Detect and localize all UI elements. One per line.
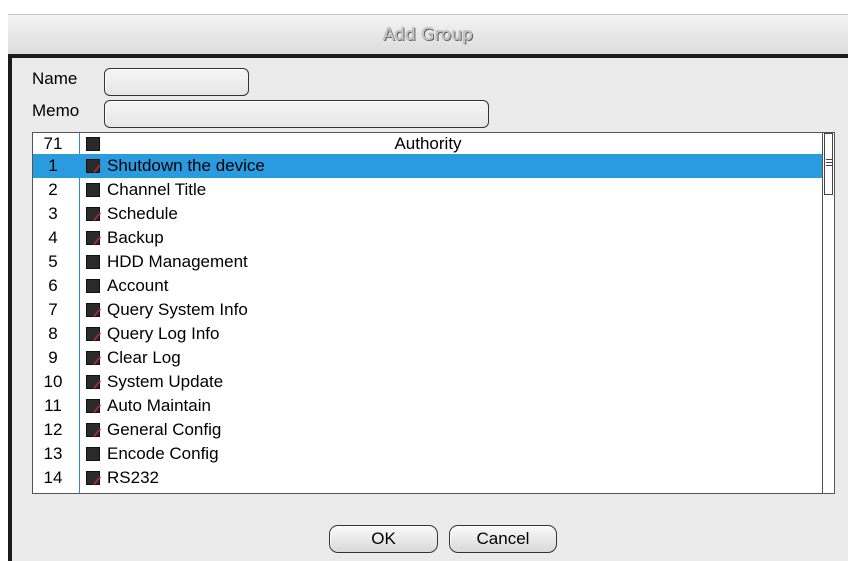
authority-checkbox[interactable] <box>86 423 100 437</box>
authority-row-number: 8 <box>48 324 58 343</box>
authority-label: HDD Management <box>107 252 248 271</box>
dialog-title: Add Group <box>382 25 474 45</box>
authority-checkbox[interactable] <box>86 399 100 413</box>
authority-row-number: 4 <box>48 228 58 247</box>
memo-input[interactable] <box>104 100 489 128</box>
authority-row-number: 12 <box>43 420 63 439</box>
authority-row-number: 13 <box>43 444 63 463</box>
scrollbar-thumb[interactable] <box>824 133 833 195</box>
authority-row[interactable]: 1 Shutdown the device <box>33 154 823 178</box>
authority-row[interactable]: 7 Query System Info <box>33 298 823 322</box>
memo-label: Memo <box>32 101 80 120</box>
authority-checkbox[interactable] <box>86 279 100 293</box>
dialog-titlebar: Add Group <box>8 14 848 54</box>
authority-list: 71 Authority 1 Shutdown the device 2 Channel … <box>32 132 835 494</box>
authority-checkbox[interactable] <box>86 183 100 197</box>
cancel-button[interactable]: Cancel <box>449 525 557 553</box>
authority-row[interactable]: 9 Clear Log <box>33 346 823 370</box>
authority-row[interactable]: 10 System Update <box>33 370 823 394</box>
authority-label: Query System Info <box>107 300 248 319</box>
authority-label: Shutdown the device <box>107 156 265 175</box>
authority-checkbox[interactable] <box>86 255 100 269</box>
authority-row-number: 11 <box>44 396 62 415</box>
authority-row-number: 5 <box>48 252 58 271</box>
authority-checkbox[interactable] <box>86 231 100 245</box>
authority-checkbox[interactable] <box>86 207 100 221</box>
list-scrollbar[interactable] <box>822 133 834 493</box>
name-input[interactable] <box>104 68 249 96</box>
authority-row[interactable]: 5 HDD Management <box>33 250 823 274</box>
authority-row-number: 10 <box>43 372 63 391</box>
authority-label: System Update <box>107 372 224 391</box>
authority-label: Encode Config <box>107 444 219 463</box>
authority-label: Schedule <box>107 204 178 223</box>
authority-row[interactable]: 12 General Config <box>33 418 823 442</box>
authority-row[interactable]: 14 RS232 <box>33 466 823 490</box>
name-label: Name <box>32 69 78 88</box>
ok-button[interactable]: OK <box>329 525 438 553</box>
authority-row[interactable]: 8 Query Log Info <box>33 322 823 346</box>
authority-label: Channel Title <box>107 180 207 199</box>
authority-row-number: 2 <box>48 180 58 199</box>
authority-label: Backup <box>107 228 164 247</box>
authority-row[interactable]: 6 Account <box>33 274 823 298</box>
authority-row-number: 1 <box>48 156 58 175</box>
authority-row-number: 3 <box>48 204 58 223</box>
authority-checkbox[interactable] <box>86 159 100 173</box>
authority-row-number: 6 <box>48 276 58 295</box>
authority-label: General Config <box>107 420 222 439</box>
authority-row-number: 14 <box>43 468 63 487</box>
authority-label: Auto Maintain <box>107 396 211 415</box>
dialog-body: Name Memo 71 Authority 1 Shutdown the devic… <box>8 54 848 561</box>
authority-checkbox[interactable] <box>86 327 100 341</box>
authority-column-header: Authority <box>394 134 462 153</box>
authority-row[interactable]: 13 Encode Config <box>33 442 823 466</box>
authority-row[interactable]: 4 Backup <box>33 226 823 250</box>
authority-checkbox[interactable] <box>86 351 100 365</box>
authority-label: RS232 <box>107 468 159 487</box>
authority-label: Query Log Info <box>107 324 220 343</box>
authority-row[interactable]: 11 Auto Maintain <box>33 394 823 418</box>
authority-checkbox[interactable] <box>86 303 100 317</box>
authority-label: Account <box>107 276 169 295</box>
authority-label: Clear Log <box>107 348 181 367</box>
authority-checkbox[interactable] <box>86 471 100 485</box>
authority-row[interactable]: 2 Channel Title <box>33 178 823 202</box>
authority-row[interactable]: 3 Schedule <box>33 202 823 226</box>
authority-row-number: 9 <box>48 348 58 367</box>
authority-checkbox[interactable] <box>86 375 100 389</box>
authority-row-number: 7 <box>48 300 58 319</box>
authority-header-row: 71 Authority <box>33 134 823 154</box>
authority-checkbox[interactable] <box>86 447 100 461</box>
